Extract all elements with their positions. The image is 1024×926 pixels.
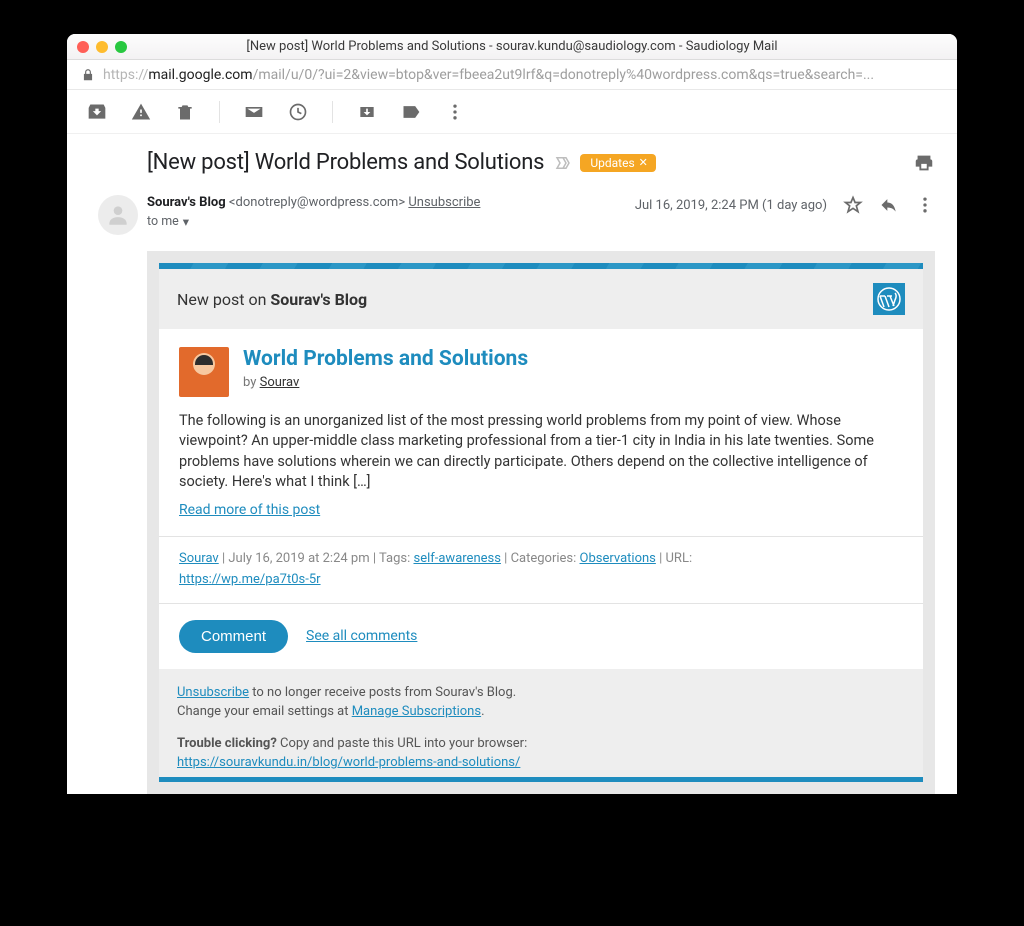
meta-author-link[interactable]: Sourav: [179, 551, 219, 566]
move-to-icon[interactable]: [357, 102, 377, 122]
post-title: World Problems and Solutions: [243, 347, 528, 371]
email-body: New post on Sourav's Blog World Problems…: [147, 251, 935, 794]
meta-shorturl-link[interactable]: https://wp.me/pa7t0s-5r: [179, 572, 321, 587]
trash-icon[interactable]: [175, 102, 195, 122]
from-line: Sourav's Blog <donotreply@wordpress.com>…: [147, 195, 635, 210]
lock-icon: [81, 68, 95, 82]
url-bar[interactable]: https://mail.google.com/mail/u/0/?ui=2&v…: [67, 60, 957, 90]
from-main: Sourav's Blog <donotreply@wordpress.com>…: [147, 195, 635, 230]
wordpress-logo-icon: [873, 283, 905, 315]
traffic-lights: [77, 41, 127, 53]
wp-header-label: New post on Sourav's Blog: [177, 290, 367, 309]
close-window-button[interactable]: [77, 41, 89, 53]
author-avatar: [179, 347, 229, 397]
minimize-window-button[interactable]: [96, 41, 108, 53]
app-window: [New post] World Problems and Solutions …: [67, 34, 957, 794]
post-excerpt: The following is an unorganized list of …: [179, 411, 903, 492]
post-head: World Problems and Solutions by Sourav: [179, 347, 903, 397]
post-title-link[interactable]: World Problems and Solutions: [243, 347, 528, 371]
gmail-toolbar: [67, 90, 957, 134]
label-text: Updates: [590, 156, 634, 170]
more-icon[interactable]: [445, 102, 465, 122]
full-url-link[interactable]: https://souravkundu.in/blog/world-proble…: [177, 755, 520, 770]
wp-content: World Problems and Solutions by Sourav T…: [159, 329, 923, 536]
avatar-column: [89, 195, 147, 235]
footer-unsubscribe-link[interactable]: Unsubscribe: [177, 685, 249, 700]
labels-icon[interactable]: [401, 102, 421, 122]
to-line[interactable]: to me ▾: [147, 214, 189, 230]
sender-name: Sourav's Blog: [147, 195, 226, 210]
fullscreen-window-button[interactable]: [115, 41, 127, 53]
meta-category-link[interactable]: Observations: [580, 551, 656, 566]
manage-subscriptions-link[interactable]: Manage Subscriptions: [352, 704, 481, 719]
to-text: to me: [147, 214, 179, 229]
sender-email: <donotreply@wordpress.com>: [229, 195, 405, 210]
expand-details-icon[interactable]: ▾: [183, 214, 189, 230]
message-more-icon[interactable]: [915, 195, 935, 215]
print-icon[interactable]: [913, 152, 935, 174]
action-row: Comment See all comments: [159, 604, 923, 669]
author-link[interactable]: Sourav: [260, 375, 300, 390]
reply-icon[interactable]: [879, 195, 899, 215]
subject-text: [New post] World Problems and Solutions: [147, 150, 544, 175]
wp-header: New post on Sourav's Blog: [159, 263, 923, 329]
wordpress-card: New post on Sourav's Blog World Problems…: [159, 263, 923, 782]
window-title: [New post] World Problems and Solutions …: [67, 39, 957, 54]
see-all-comments-link[interactable]: See all comments: [306, 628, 417, 644]
snooze-icon[interactable]: [288, 102, 308, 122]
wp-footer: Unsubscribe to no longer receive posts f…: [159, 669, 923, 782]
sender-avatar[interactable]: [98, 195, 138, 235]
archive-icon[interactable]: [87, 102, 107, 122]
byline: by Sourav: [243, 375, 528, 390]
wp-meta: Sourav | July 16, 2019 at 2:24 pm | Tags…: [159, 536, 923, 604]
title-bar: [New post] World Problems and Solutions …: [67, 34, 957, 60]
spam-icon[interactable]: [131, 102, 151, 122]
star-icon[interactable]: [843, 195, 863, 215]
read-more-link[interactable]: Read more of this post: [179, 502, 320, 518]
importance-marker-icon[interactable]: [554, 154, 572, 172]
comment-button[interactable]: Comment: [179, 620, 288, 653]
header-right: Jul 16, 2019, 2:24 PM (1 day ago): [635, 195, 935, 215]
separator: [219, 101, 220, 123]
url-text: https://mail.google.com/mail/u/0/?ui=2&v…: [103, 67, 943, 83]
unsubscribe-link[interactable]: Unsubscribe: [408, 195, 480, 210]
subject-row: [New post] World Problems and Solutions …: [67, 134, 957, 181]
mark-unread-icon[interactable]: [244, 102, 264, 122]
separator: [332, 101, 333, 123]
message-date: Jul 16, 2019, 2:24 PM (1 day ago): [635, 198, 827, 213]
remove-label-icon[interactable]: ✕: [639, 156, 648, 169]
meta-tag-link[interactable]: self-awareness: [413, 551, 500, 566]
category-label[interactable]: Updates ✕: [580, 154, 656, 172]
message-header: Sourav's Blog <donotreply@wordpress.com>…: [67, 181, 957, 243]
